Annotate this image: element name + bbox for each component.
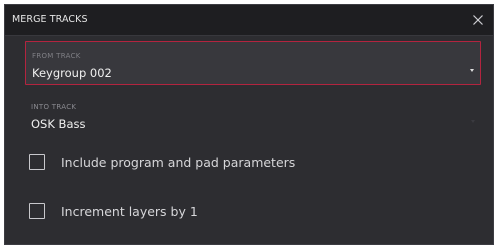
dropdown-caret-icon <box>471 120 475 123</box>
into-track-label: INTO TRACK <box>31 103 77 111</box>
dropdown-caret-icon <box>470 69 474 72</box>
from-track-select[interactable]: FROM TRACK Keygroup 002 <box>25 41 481 85</box>
dialog-titlebar: MERGE TRACKS <box>5 5 493 36</box>
close-icon[interactable] <box>469 11 487 29</box>
include-parameters-option[interactable]: Include program and pad parameters <box>27 153 467 173</box>
into-track-value: OSK Bass <box>31 117 86 131</box>
dialog-title: MERGE TRACKS <box>12 14 88 25</box>
from-track-value: Keygroup 002 <box>32 66 112 80</box>
into-track-select[interactable]: INTO TRACK OSK Bass <box>25 93 481 137</box>
from-track-label: FROM TRACK <box>32 52 81 60</box>
include-parameters-checkbox[interactable] <box>29 154 45 170</box>
merge-tracks-dialog: MERGE TRACKS FROM TRACK Keygroup 002 INT… <box>4 4 494 245</box>
increment-layers-checkbox[interactable] <box>29 203 45 219</box>
increment-layers-option[interactable]: Increment layers by 1 <box>27 202 467 222</box>
increment-layers-label: Increment layers by 1 <box>61 204 198 219</box>
include-parameters-label: Include program and pad parameters <box>61 155 296 170</box>
